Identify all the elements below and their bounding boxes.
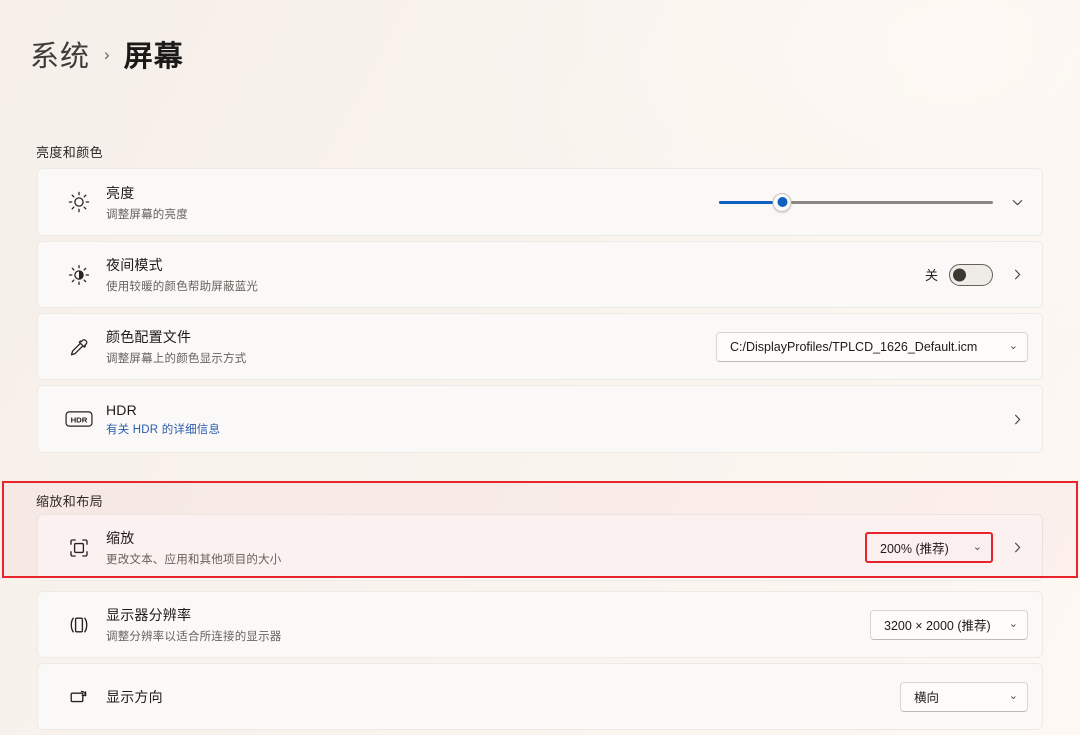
- section-label-brightness-color: 亮度和颜色: [36, 145, 104, 160]
- breadcrumb-item-system[interactable]: 系统: [30, 33, 90, 75]
- night-light-icon: [56, 263, 102, 287]
- hdr-learn-more-link[interactable]: 有关 HDR 的详细信息: [106, 421, 1006, 437]
- row-title: 亮度: [106, 184, 135, 201]
- display-orientation-dropdown[interactable]: 横向 ⌄: [900, 681, 1028, 712]
- slider-thumb[interactable]: [772, 192, 792, 212]
- display-orientation-icon: [56, 685, 102, 709]
- card-color-profile[interactable]: 颜色配置文件 调整屏幕上的颜色显示方式 C:/DisplayProfiles/T…: [37, 313, 1043, 380]
- chevron-down-icon: ⌄: [1008, 690, 1018, 702]
- page-title: 屏幕: [123, 41, 184, 73]
- hdr-badge-icon: HDR: [56, 408, 102, 430]
- display-resolution-icon: [56, 613, 102, 637]
- row-title: 缩放: [106, 530, 135, 546]
- row-title: 颜色配置文件: [106, 329, 192, 345]
- row-subtitle: 更改文本、应用和其他项目的大小: [106, 554, 282, 566]
- row-night-light-text: 夜间模式 使用较暖的颜色帮助屏蔽蓝光: [102, 255, 925, 294]
- row-hdr-controls: [1006, 408, 1028, 430]
- chevron-right-icon[interactable]: [1006, 264, 1028, 286]
- chevron-down-icon[interactable]: [1006, 191, 1028, 213]
- row-night-light[interactable]: 夜间模式 使用较暖的颜色帮助屏蔽蓝光 关: [38, 242, 1042, 307]
- row-display-orientation[interactable]: 显示方向 横向 ⌄: [38, 664, 1042, 729]
- row-hdr[interactable]: HDR HDR 有关 HDR 的详细信息: [38, 386, 1042, 452]
- row-display-resolution-controls: 3200 × 2000 (推荐) ⌄: [870, 609, 1028, 640]
- row-scale-text: 缩放 更改文本、应用和其他项目的大小: [102, 528, 865, 567]
- row-title: 显示器分辨率: [106, 607, 192, 623]
- display-resolution-value: 3200 × 2000 (推荐): [884, 619, 991, 633]
- night-light-toggle-group[interactable]: 关: [924, 263, 993, 286]
- chevron-right-icon[interactable]: [1006, 537, 1028, 559]
- row-title: HDR: [106, 401, 137, 418]
- brightness-slider[interactable]: [719, 191, 993, 213]
- breadcrumb: 系统 › 屏幕: [30, 33, 184, 75]
- chevron-down-icon: ⌄: [972, 541, 982, 553]
- row-scale[interactable]: 缩放 更改文本、应用和其他项目的大小 200% (推荐) ⌄: [38, 515, 1042, 580]
- row-brightness[interactable]: 亮度 调整屏幕的亮度: [38, 169, 1042, 235]
- scale-dropdown[interactable]: 200% (推荐) ⌄: [865, 532, 993, 563]
- card-hdr[interactable]: HDR HDR 有关 HDR 的详细信息: [37, 385, 1043, 453]
- chevron-down-icon: ⌄: [1008, 340, 1018, 352]
- color-profile-dropdown[interactable]: C:/DisplayProfiles/TPLCD_1626_Default.ic…: [716, 331, 1028, 362]
- row-subtitle: 使用较暖的颜色帮助屏蔽蓝光: [106, 281, 259, 293]
- brightness-sun-icon: [56, 190, 102, 214]
- toggle-knob: [953, 268, 966, 281]
- toggle-state-label: 关: [924, 268, 938, 283]
- row-display-resolution-text: 显示器分辨率 调整分辨率以适合所连接的显示器: [102, 605, 870, 644]
- display-resolution-dropdown[interactable]: 3200 × 2000 (推荐) ⌄: [870, 609, 1028, 640]
- row-brightness-controls: [719, 191, 1028, 213]
- card-brightness[interactable]: 亮度 调整屏幕的亮度: [37, 168, 1043, 236]
- breadcrumb-separator-icon: ›: [104, 45, 110, 64]
- row-subtitle: 调整分辨率以适合所连接的显示器: [106, 631, 282, 643]
- scale-value: 200% (推荐): [880, 542, 949, 556]
- chevron-right-icon[interactable]: [1006, 408, 1028, 430]
- row-subtitle: 调整屏幕上的颜色显示方式: [106, 353, 247, 365]
- display-orientation-value: 横向: [914, 691, 940, 705]
- row-color-profile[interactable]: 颜色配置文件 调整屏幕上的颜色显示方式 C:/DisplayProfiles/T…: [38, 314, 1042, 379]
- row-display-orientation-text: 显示方向: [102, 687, 900, 707]
- card-display-orientation[interactable]: 显示方向 横向 ⌄: [37, 663, 1043, 730]
- row-subtitle: 调整屏幕的亮度: [106, 208, 188, 221]
- scale-icon: [56, 536, 102, 560]
- card-display-resolution[interactable]: 显示器分辨率 调整分辨率以适合所连接的显示器 3200 × 2000 (推荐) …: [37, 591, 1043, 658]
- card-night-light[interactable]: 夜间模式 使用较暖的颜色帮助屏蔽蓝光 关: [37, 241, 1043, 308]
- night-light-toggle[interactable]: [949, 263, 993, 286]
- row-display-resolution[interactable]: 显示器分辨率 调整分辨率以适合所连接的显示器 3200 × 2000 (推荐) …: [38, 592, 1042, 657]
- row-brightness-text: 亮度 调整屏幕的亮度: [102, 183, 719, 222]
- row-title: 显示方向: [106, 688, 163, 705]
- card-scale[interactable]: 缩放 更改文本、应用和其他项目的大小 200% (推荐) ⌄: [37, 514, 1043, 581]
- row-scale-controls: 200% (推荐) ⌄: [865, 532, 1028, 563]
- svg-text:HDR: HDR: [71, 415, 88, 424]
- row-title: 夜间模式: [106, 257, 163, 273]
- color-profile-value: C:/DisplayProfiles/TPLCD_1626_Default.ic…: [730, 339, 978, 354]
- row-color-profile-text: 颜色配置文件 调整屏幕上的颜色显示方式: [102, 327, 716, 366]
- row-hdr-text: HDR 有关 HDR 的详细信息: [102, 402, 1006, 437]
- settings-display-page: 系统 › 屏幕 亮度和颜色 亮度 调整屏幕的亮度 夜间模式 使用较暖的颜色帮助屏…: [0, 0, 1080, 735]
- row-color-profile-controls: C:/DisplayProfiles/TPLCD_1626_Default.ic…: [716, 331, 1028, 362]
- row-night-light-controls: 关: [924, 263, 1028, 286]
- color-profile-eyedropper-icon: [56, 335, 102, 359]
- row-display-orientation-controls: 横向 ⌄: [900, 681, 1028, 712]
- section-label-scale-layout: 缩放和布局: [36, 494, 104, 509]
- chevron-down-icon: ⌄: [1008, 618, 1018, 630]
